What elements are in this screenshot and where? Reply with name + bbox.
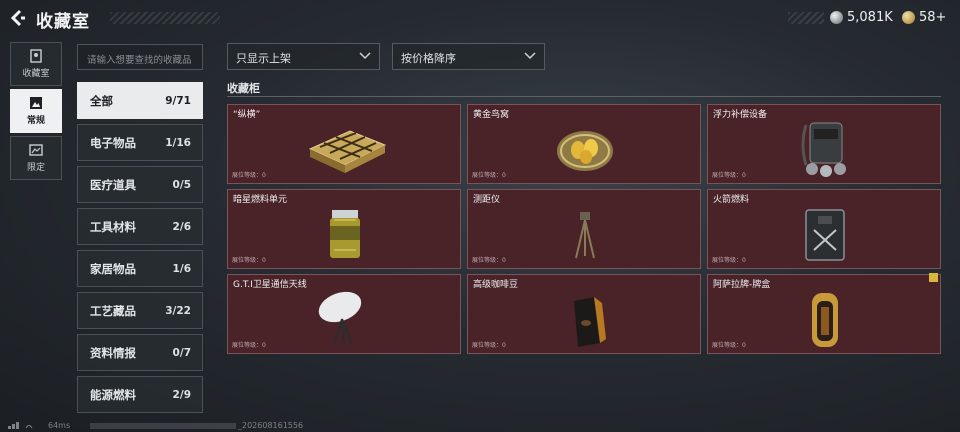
category-name: 电子物品 xyxy=(90,135,136,150)
back-arrow-icon[interactable] xyxy=(8,9,26,27)
sort-value: 按价格降序 xyxy=(401,52,456,65)
item-name: 高级咖啡豆 xyxy=(473,280,519,290)
category-medical[interactable]: 医疗道具 0/5 xyxy=(77,166,203,203)
item-name: 火箭燃料 xyxy=(713,195,750,205)
nav-label: 常规 xyxy=(26,116,45,126)
category-count: 3/22 xyxy=(165,304,191,317)
item-name: “纵横” xyxy=(233,110,261,120)
gold-coin-icon xyxy=(902,11,915,24)
collection-card[interactable]: 黄金鸟窝 展位等级：0 xyxy=(467,104,701,184)
ping-text: 64ms xyxy=(48,421,71,430)
category-count: 9/71 xyxy=(165,94,191,107)
category-count: 1/16 xyxy=(165,136,191,149)
booth-level: 展位等级：0 xyxy=(472,172,506,179)
booth-level: 展位等级：0 xyxy=(232,342,266,349)
item-name: 黄金鸟窝 xyxy=(473,110,510,120)
satellite-antenna-icon xyxy=(318,291,362,346)
booth-level: 展位等级：0 xyxy=(712,342,746,349)
chevron-down-icon xyxy=(524,52,536,60)
booth-level: 展位等级：0 xyxy=(712,172,746,179)
category-name: 家居物品 xyxy=(90,261,136,276)
category-count: 1/6 xyxy=(172,262,191,275)
cabinet-title: 收藏柜 xyxy=(227,82,260,95)
category-name: 资料情报 xyxy=(90,345,136,360)
item-name: 暗星燃料单元 xyxy=(233,195,288,205)
category-name: 医疗道具 xyxy=(90,177,136,192)
collection-room-icon xyxy=(30,49,42,63)
currency-decoration xyxy=(788,12,824,24)
category-intel[interactable]: 资料情报 0/7 xyxy=(77,334,203,371)
nav-label: 限定 xyxy=(26,163,45,173)
nav-label: 收藏室 xyxy=(22,69,50,79)
rangefinder-icon xyxy=(575,212,595,259)
category-household[interactable]: 家居物品 1/6 xyxy=(77,250,203,287)
nav-collection-room[interactable]: 收藏室 xyxy=(10,42,62,86)
coffee-beans-icon xyxy=(574,297,606,347)
shelf-filter-value: 只显示上架 xyxy=(236,52,291,65)
collection-card[interactable]: 火箭燃料 展位等级：0 xyxy=(707,189,941,269)
gold-currency[interactable]: 58+ xyxy=(902,10,946,25)
booth-level: 展位等级：0 xyxy=(712,257,746,264)
top-bar: 收藏室 5,081K 58+ xyxy=(0,0,960,36)
silver-coin-icon xyxy=(830,11,843,24)
buoyancy-device-icon xyxy=(801,122,846,177)
chess-board-icon xyxy=(308,130,387,173)
rocket-fuel-icon xyxy=(805,209,845,261)
title-decoration xyxy=(110,12,220,24)
golden-nest-icon xyxy=(557,131,613,171)
category-count: 2/9 xyxy=(172,388,191,401)
category-count: 2/6 xyxy=(172,220,191,233)
limited-icon xyxy=(29,144,43,156)
category-electronics[interactable]: 电子物品 1/16 xyxy=(77,124,203,161)
category-count: 0/7 xyxy=(172,346,191,359)
silver-currency: 5,081K xyxy=(830,10,893,25)
category-name: 工具材料 xyxy=(90,219,136,234)
silver-currency-value: 5,081K xyxy=(847,10,893,25)
item-name: 阿萨拉牌-牌盒 xyxy=(713,280,771,290)
collection-card[interactable]: 暗星燃料单元 展位等级：0 xyxy=(227,189,461,269)
chevron-down-icon xyxy=(359,52,371,60)
nav-limited[interactable]: 限定 xyxy=(10,136,62,180)
nav-regular[interactable]: 常规 xyxy=(10,89,62,133)
regular-icon xyxy=(30,97,42,109)
left-nav: 收藏室 常规 限定 xyxy=(10,42,62,183)
collection-card[interactable]: 高级咖啡豆 展位等级：0 xyxy=(467,274,701,354)
collection-card[interactable]: G.T.I卫星通信天线 展位等级：0 xyxy=(227,274,461,354)
new-flag-icon xyxy=(929,273,938,282)
status-bar: 64ms _202608161556 xyxy=(0,420,960,432)
booth-level: 展位等级：0 xyxy=(232,172,266,179)
collection-card[interactable]: 浮力补偿设备 展位等级：0 xyxy=(707,104,941,184)
category-all[interactable]: 全部 9/71 xyxy=(77,82,203,119)
masked-id xyxy=(90,423,236,429)
category-count: 0/5 xyxy=(172,178,191,191)
shelf-filter-dropdown[interactable]: 只显示上架 xyxy=(227,43,380,70)
signal-icon xyxy=(8,422,33,429)
gold-currency-value: 58+ xyxy=(919,10,947,25)
fuel-cell-icon xyxy=(330,210,360,258)
collection-card[interactable]: “纵横” 展位等级：0 xyxy=(227,104,461,184)
collection-card[interactable]: 阿萨拉牌-牌盒 展位等级：0 xyxy=(707,273,941,354)
page-title: 收藏室 xyxy=(36,12,90,32)
category-fuel[interactable]: 能源燃料 2/9 xyxy=(77,376,203,413)
category-tools[interactable]: 工具材料 2/6 xyxy=(77,208,203,245)
booth-level: 展位等级：0 xyxy=(472,342,506,349)
sort-dropdown[interactable]: 按价格降序 xyxy=(392,43,545,70)
card-box-icon xyxy=(812,293,838,347)
category-name: 能源燃料 xyxy=(90,387,136,402)
category-name: 工艺藏品 xyxy=(90,303,136,318)
cabinet-divider xyxy=(227,96,941,97)
item-name: 浮力补偿设备 xyxy=(713,110,768,120)
category-crafts[interactable]: 工艺藏品 3/22 xyxy=(77,292,203,329)
booth-level: 展位等级：0 xyxy=(232,257,266,264)
category-name: 全部 xyxy=(90,93,113,108)
search-input[interactable]: 请输入想要查找的收藏品 xyxy=(77,44,203,70)
item-name: 测距仪 xyxy=(473,195,501,205)
session-id: _202608161556 xyxy=(238,421,304,430)
collection-card[interactable]: 测距仪 展位等级：0 xyxy=(467,189,701,269)
booth-level: 展位等级：0 xyxy=(472,257,506,264)
